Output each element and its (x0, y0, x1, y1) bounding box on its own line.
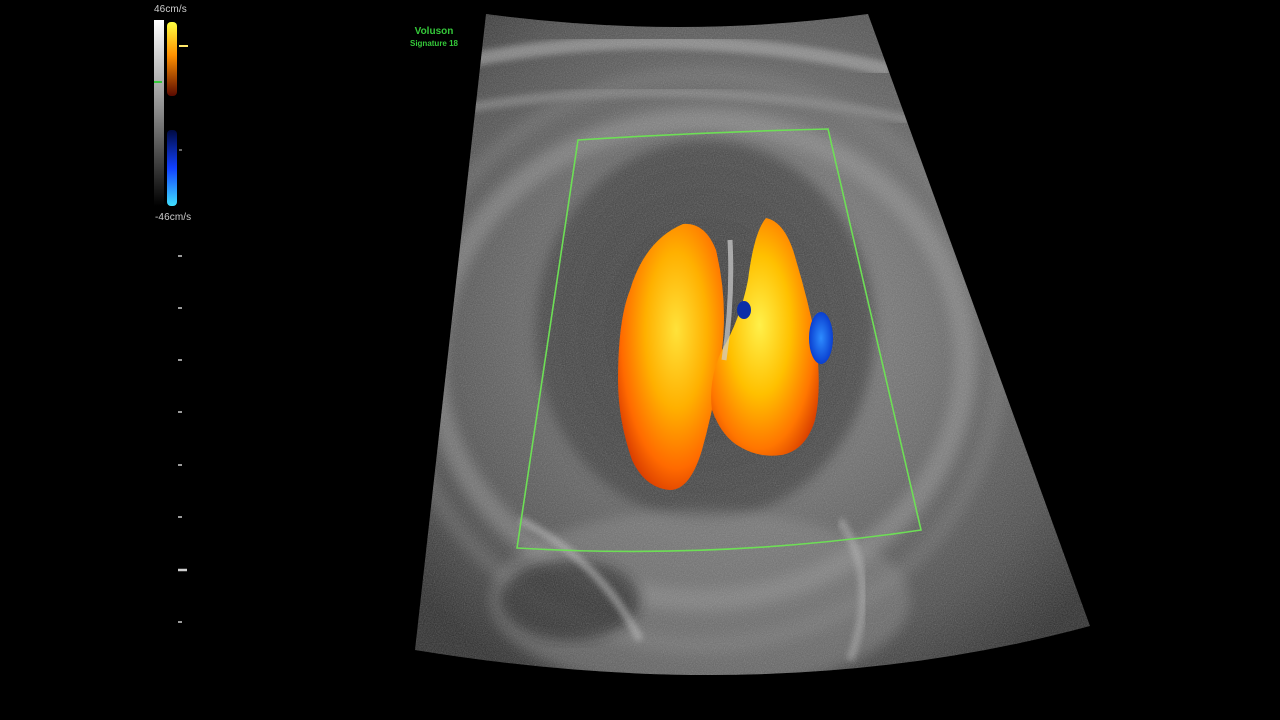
flow-away-spot-2 (737, 301, 751, 319)
ultrasound-image (154, 14, 1090, 675)
velocity-min-label: -46cm/s (155, 212, 192, 223)
brand-model: Signature 18 (409, 39, 458, 48)
brand-name: Voluson (414, 26, 454, 37)
brand-logo: Voluson Signature 18 (408, 26, 460, 50)
velocity-max-label: 46cm/s (154, 4, 187, 15)
ultrasound-screen: 46cm/s -46cm/s Voluson Signature 18 (0, 0, 1280, 720)
depth-scale-icon (178, 255, 187, 623)
doppler-color-scale-icon (154, 20, 188, 206)
flow-away-spot-1 (809, 312, 833, 364)
